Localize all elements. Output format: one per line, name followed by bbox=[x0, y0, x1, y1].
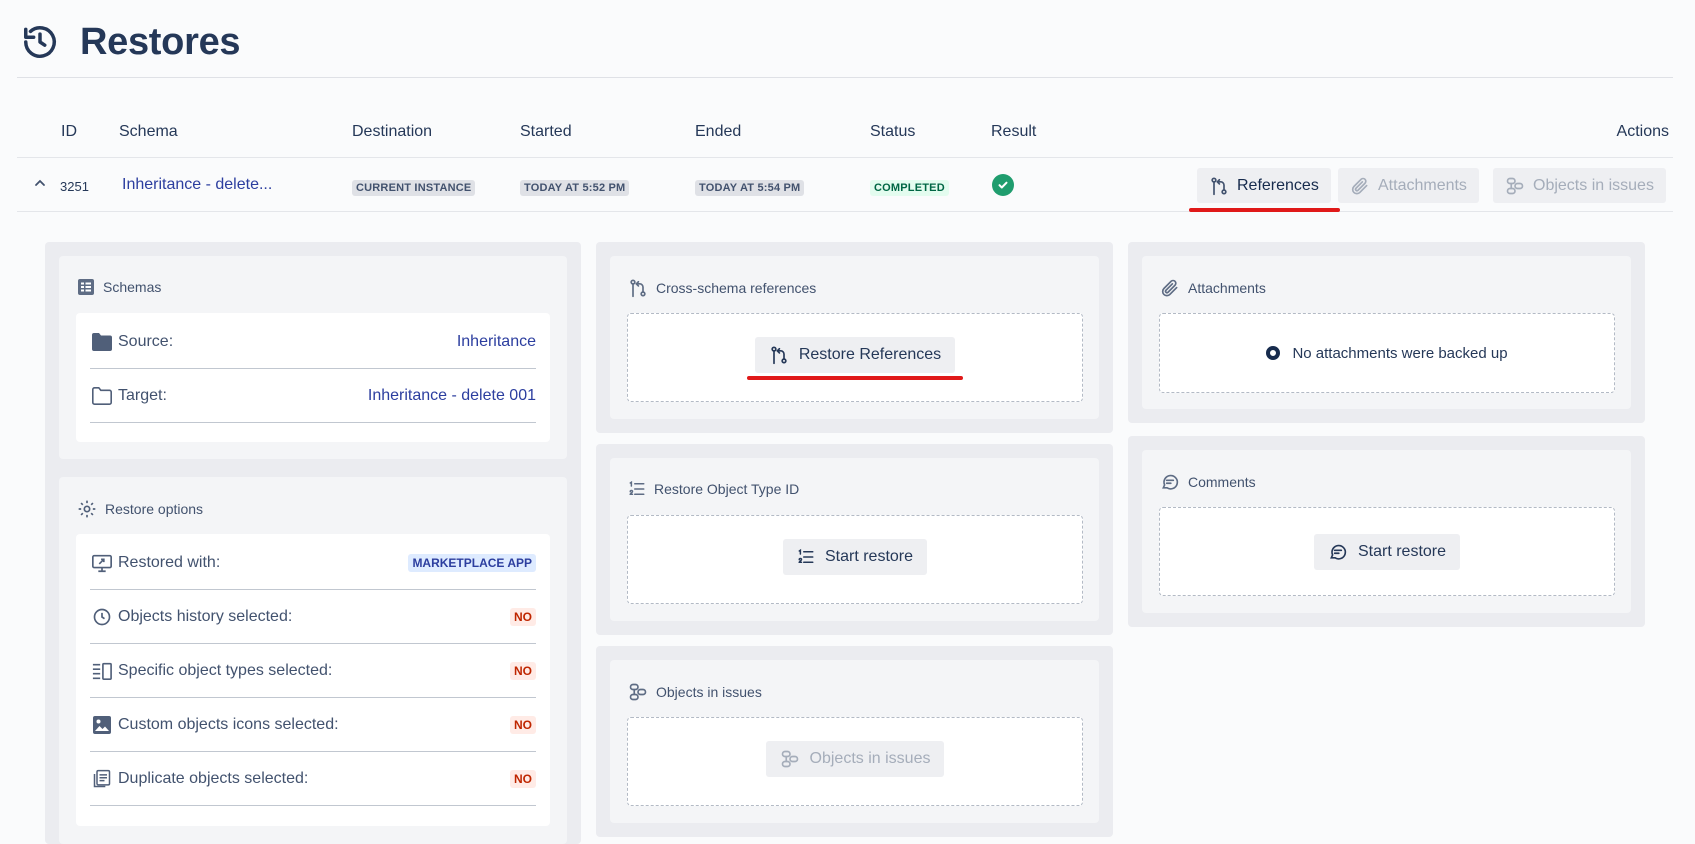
objects-in-issues-dropzone: Objects in issues bbox=[627, 717, 1083, 806]
row-id: 3251 bbox=[60, 179, 89, 194]
objects-in-issues-card: Objects in issues Objects in issues bbox=[610, 660, 1099, 823]
numbered-list-icon bbox=[798, 548, 814, 563]
attachments-card: Attachments No attachments were backed u… bbox=[1142, 256, 1631, 409]
col-status: Status bbox=[870, 123, 916, 140]
monitor-icon bbox=[90, 551, 114, 575]
git-branch-icon bbox=[771, 345, 787, 364]
attachments-label: Attachments bbox=[1378, 176, 1467, 194]
col-destination: Destination bbox=[352, 123, 433, 140]
object-type-id-title: Restore Object Type ID bbox=[628, 480, 799, 498]
image-icon bbox=[90, 713, 114, 737]
collapse-chevron-icon[interactable] bbox=[32, 175, 48, 191]
objects-issues-icon bbox=[1506, 177, 1524, 194]
objects-issues-icon bbox=[781, 750, 798, 767]
objects-in-issues-button[interactable]: Objects in issues bbox=[1493, 168, 1666, 203]
objects-in-issues-title: Objects in issues bbox=[628, 682, 762, 702]
col-schema: Schema bbox=[119, 123, 178, 140]
paperclip-icon bbox=[1161, 279, 1178, 297]
references-button[interactable]: References bbox=[1197, 168, 1331, 203]
attachments-column: Attachments No attachments were backed u… bbox=[1128, 242, 1645, 423]
specific-types-badge: NO bbox=[510, 661, 536, 680]
object-type-id-dropzone: Start restore bbox=[627, 515, 1083, 604]
col-id: ID bbox=[61, 123, 77, 140]
comment-icon bbox=[1162, 474, 1179, 490]
radio-dot-icon bbox=[1266, 346, 1281, 360]
start-restore-object-type-button[interactable]: Start restore bbox=[782, 538, 928, 575]
git-branch-icon bbox=[630, 279, 646, 298]
attachments-dropzone: No attachments were backed up bbox=[1159, 313, 1615, 393]
success-check-icon bbox=[992, 174, 1014, 196]
col-ended: Ended bbox=[695, 123, 742, 140]
paperclip-icon bbox=[1351, 177, 1368, 194]
restore-options-card: Restore options Restored with: MARKETPLA… bbox=[59, 477, 567, 844]
attachments-empty-text: No attachments were backed up bbox=[1292, 344, 1508, 362]
restored-with-row: Restored with: MARKETPLACE APP bbox=[90, 536, 536, 590]
source-link[interactable]: Inheritance bbox=[457, 333, 536, 351]
ended-badge: TODAY AT 5:54 PM bbox=[695, 180, 805, 196]
page-header: Restores bbox=[18, 12, 241, 72]
clock-icon bbox=[90, 605, 114, 629]
git-branch-icon bbox=[1211, 176, 1227, 195]
header-divider bbox=[17, 77, 1673, 78]
restore-references-highlight bbox=[747, 376, 963, 380]
attachments-button[interactable]: Attachments bbox=[1338, 168, 1479, 203]
table-icon bbox=[78, 279, 94, 295]
comments-dropzone: Start restore bbox=[1159, 507, 1615, 596]
cross-schema-card: Cross-schema references Restore Referenc… bbox=[610, 256, 1099, 419]
history-icon bbox=[18, 20, 62, 64]
object-type-id-column: Restore Object Type ID Start restore bbox=[596, 444, 1113, 635]
objects-history-row: Objects history selected: NO bbox=[90, 590, 536, 644]
references-label: References bbox=[1237, 176, 1319, 194]
comments-title: Comments bbox=[1160, 472, 1256, 492]
source-row: Source: Inheritance bbox=[90, 315, 536, 369]
col-actions: Actions bbox=[1616, 123, 1669, 140]
row-schema-link[interactable]: Inheritance - delete... bbox=[122, 176, 272, 194]
target-row: Target: Inheritance - delete 001 bbox=[90, 369, 536, 423]
objects-history-badge: NO bbox=[510, 607, 536, 626]
list-detail-icon bbox=[90, 659, 114, 683]
restore-options-inner: Restored with: MARKETPLACE APP Objects h… bbox=[76, 534, 550, 826]
duplicate-objects-row: Duplicate objects selected: NO bbox=[90, 752, 536, 806]
destination-badge: CURRENT INSTANCE bbox=[352, 180, 476, 196]
objects-in-issues-label: Objects in issues bbox=[1533, 176, 1654, 194]
schemas-card: Schemas Source: Inheritance Target: Inhe… bbox=[59, 256, 567, 459]
start-restore-comments-button[interactable]: Start restore bbox=[1313, 533, 1461, 570]
col-started: Started bbox=[520, 123, 572, 140]
cross-schema-dropzone: Restore References bbox=[627, 313, 1083, 402]
cross-schema-title: Cross-schema references bbox=[628, 278, 816, 298]
restore-options-title: Restore options bbox=[77, 499, 203, 519]
comments-column: Comments Start restore bbox=[1128, 436, 1645, 627]
object-type-id-card: Restore Object Type ID Start restore bbox=[610, 458, 1099, 621]
started-badge: TODAY AT 5:52 PM bbox=[520, 180, 630, 196]
comment-icon bbox=[1330, 544, 1347, 560]
details-column-1: Schemas Source: Inheritance Target: Inhe… bbox=[45, 242, 581, 844]
target-link[interactable]: Inheritance - delete 001 bbox=[368, 387, 536, 405]
objects-in-issues-action-button[interactable]: Objects in issues bbox=[765, 740, 945, 777]
custom-icons-badge: NO bbox=[510, 715, 536, 734]
attachments-title: Attachments bbox=[1160, 278, 1266, 298]
schemas-inner: Source: Inheritance Target: Inheritance … bbox=[76, 313, 550, 442]
numbered-list-icon bbox=[629, 480, 645, 495]
specific-types-row: Specific object types selected: NO bbox=[90, 644, 536, 698]
table-header: ID Schema Destination Started Ended Stat… bbox=[17, 108, 1673, 158]
table-row: 3251 Inheritance - delete... CURRENT INS… bbox=[17, 158, 1673, 212]
custom-icons-row: Custom objects icons selected: NO bbox=[90, 698, 536, 752]
status-badge: COMPLETED bbox=[870, 180, 949, 196]
schemas-card-title: Schemas bbox=[77, 278, 161, 296]
restored-with-badge: MARKETPLACE APP bbox=[408, 553, 536, 572]
page-title: Restores bbox=[80, 20, 241, 63]
objects-in-issues-column: Objects in issues Objects in issues bbox=[596, 646, 1113, 837]
comments-card: Comments Start restore bbox=[1142, 450, 1631, 613]
col-result: Result bbox=[991, 123, 1037, 140]
duplicate-objects-badge: NO bbox=[510, 769, 536, 788]
documents-icon bbox=[90, 767, 114, 791]
restore-references-button[interactable]: Restore References bbox=[754, 336, 956, 373]
folder-outline-icon bbox=[90, 384, 114, 408]
gear-icon bbox=[78, 500, 96, 518]
references-highlight bbox=[1189, 208, 1340, 212]
cross-schema-column: Cross-schema references Restore Referenc… bbox=[596, 242, 1113, 433]
objects-issues-icon bbox=[629, 683, 647, 701]
folder-filled-icon bbox=[90, 330, 114, 354]
